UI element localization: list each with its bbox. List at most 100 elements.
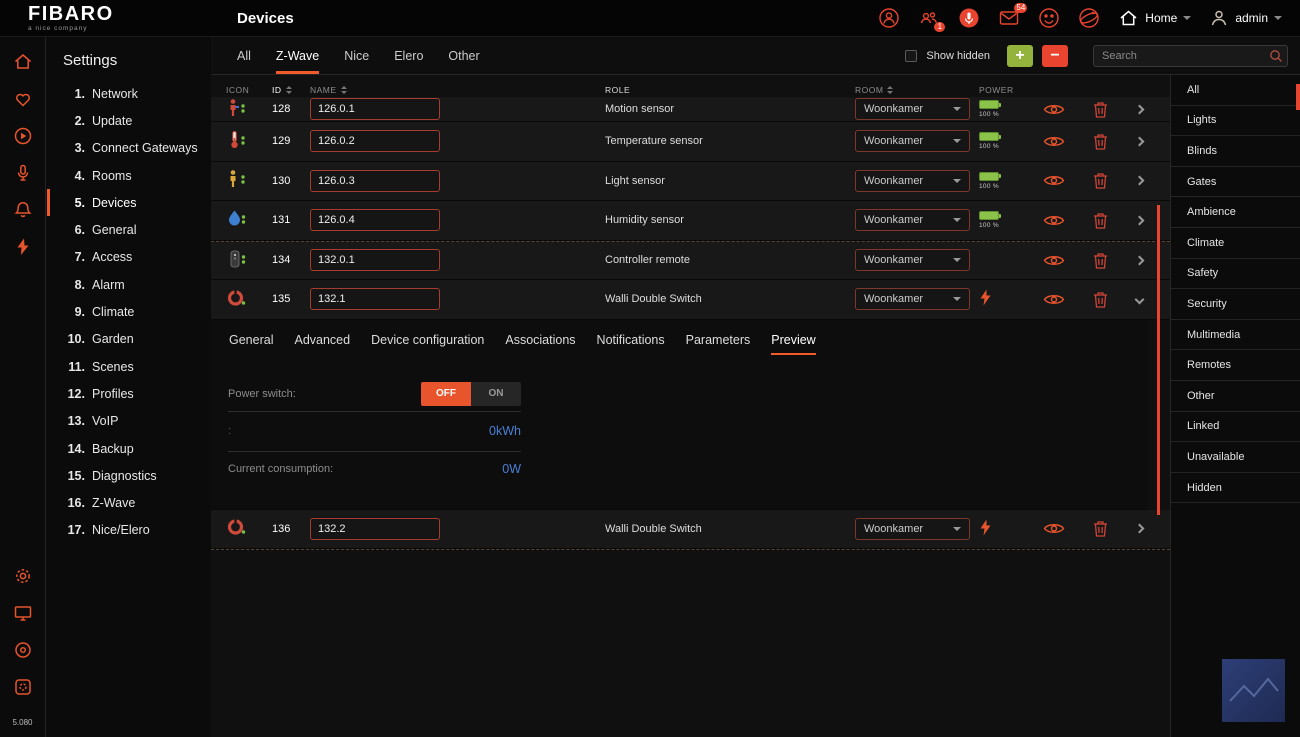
user-alert-icon[interactable] [878, 7, 900, 29]
visibility-eye-icon[interactable] [1043, 103, 1065, 116]
page-scrollbar[interactable] [1296, 84, 1300, 110]
table-row[interactable]: 135 Walli Double Switch Woonkamer [211, 280, 1170, 320]
visibility-eye-icon[interactable] [1043, 214, 1065, 227]
voice-icon[interactable] [958, 7, 980, 29]
filter-item[interactable]: Multimedia [1171, 320, 1300, 351]
room-select[interactable]: Woonkamer [855, 170, 970, 192]
voice-mic-icon[interactable] [13, 163, 33, 183]
device-name-input[interactable] [310, 209, 440, 231]
device-detail-tab[interactable]: Device configuration [371, 333, 484, 355]
sidebar-item[interactable]: 16. Z-Wave [47, 489, 211, 516]
device-name-input[interactable] [310, 249, 440, 271]
filter-item[interactable]: Safety [1171, 259, 1300, 290]
filter-item[interactable]: Security [1171, 289, 1300, 320]
network-disc-icon[interactable] [13, 640, 33, 660]
user-menu[interactable]: admin [1209, 8, 1282, 28]
device-name-input[interactable] [310, 288, 440, 310]
sidebar-item[interactable]: 15. Diagnostics [47, 462, 211, 489]
users-icon[interactable]: 1 [918, 7, 940, 29]
expand-chevron-icon[interactable] [1135, 524, 1145, 534]
table-row[interactable]: 128 Motion sensor Woonkamer 100 % [211, 97, 1170, 122]
sidebar-item[interactable]: 10. Garden [47, 326, 211, 353]
delete-trash-icon[interactable] [1093, 291, 1108, 308]
expand-chevron-icon[interactable] [1135, 176, 1145, 186]
filter-item[interactable]: Gates [1171, 167, 1300, 198]
filter-item[interactable]: Lights [1171, 106, 1300, 137]
device-detail-tab[interactable]: Parameters [686, 333, 751, 355]
device-name-input[interactable] [310, 518, 440, 540]
power-off-button[interactable]: OFF [421, 382, 471, 406]
mail-icon[interactable]: 54 [998, 7, 1020, 29]
filter-item[interactable]: All [1171, 75, 1300, 106]
filter-item[interactable]: Hidden [1171, 473, 1300, 504]
header-room[interactable]: ROOM [855, 85, 975, 95]
expand-chevron-icon[interactable] [1135, 215, 1145, 225]
sidebar-item[interactable]: 14. Backup [47, 435, 211, 462]
home-icon[interactable] [13, 52, 33, 72]
media-play-icon[interactable] [13, 126, 33, 146]
sidebar-item[interactable]: 8. Alarm [47, 271, 211, 298]
favorites-heart-icon[interactable] [13, 89, 33, 109]
delete-trash-icon[interactable] [1093, 252, 1108, 269]
sidebar-item[interactable]: 6. General [47, 216, 211, 243]
sidebar-item[interactable]: 17. Nice/Elero [47, 517, 211, 544]
device-name-input[interactable] [310, 130, 440, 152]
sidebar-item[interactable]: 9. Climate [47, 298, 211, 325]
filter-item[interactable]: Unavailable [1171, 442, 1300, 473]
sidebar-item[interactable]: 7. Access [47, 244, 211, 271]
device-type-tab[interactable]: Elero [394, 37, 423, 74]
sidebar-item[interactable]: 3. Connect Gateways [47, 135, 211, 162]
device-detail-tab[interactable]: Advanced [294, 333, 350, 355]
alarm-bell-icon[interactable] [13, 200, 33, 220]
device-type-tab[interactable]: All [237, 37, 251, 74]
search-input[interactable] [1093, 45, 1288, 67]
visibility-eye-icon[interactable] [1043, 135, 1065, 148]
device-type-tab[interactable]: Z-Wave [276, 37, 319, 74]
room-select[interactable]: Woonkamer [855, 518, 970, 540]
remove-device-button[interactable]: − [1042, 45, 1068, 67]
visibility-eye-icon[interactable] [1043, 522, 1065, 535]
table-row[interactable]: 130 Light sensor Woonkamer 100 % [211, 162, 1170, 202]
sidebar-item[interactable]: 11. Scenes [47, 353, 211, 380]
filter-item[interactable]: Remotes [1171, 350, 1300, 381]
sidebar-item[interactable]: 1. Network [47, 80, 211, 107]
delete-trash-icon[interactable] [1093, 212, 1108, 229]
filter-item[interactable]: Ambience [1171, 197, 1300, 228]
home-selector[interactable]: Home [1118, 8, 1191, 28]
visibility-eye-icon[interactable] [1043, 174, 1065, 187]
visibility-eye-icon[interactable] [1043, 293, 1065, 306]
add-device-button[interactable]: + [1007, 45, 1033, 67]
filter-item[interactable]: Linked [1171, 412, 1300, 443]
table-scrollbar[interactable] [1157, 205, 1160, 515]
table-row[interactable]: 131 Humidity sensor Woonkamer 100 % [211, 201, 1170, 241]
header-id[interactable]: ID [256, 85, 294, 95]
delete-trash-icon[interactable] [1093, 172, 1108, 189]
sidebar-item[interactable]: 12. Profiles [47, 380, 211, 407]
filter-item[interactable]: Other [1171, 381, 1300, 412]
show-hidden-checkbox[interactable] [905, 50, 917, 62]
room-select[interactable]: Woonkamer [855, 249, 970, 271]
room-select[interactable]: Woonkamer [855, 209, 970, 231]
sidebar-item[interactable]: 13. VoIP [47, 408, 211, 435]
table-row[interactable]: 134 Controller remote Woonkamer [211, 241, 1170, 281]
expand-chevron-icon[interactable] [1135, 136, 1145, 146]
table-row[interactable]: 136 Walli Double Switch Woonkamer [211, 510, 1170, 550]
header-name[interactable]: NAME [294, 85, 605, 95]
device-name-input[interactable] [310, 98, 440, 120]
expand-chevron-icon[interactable] [1135, 255, 1145, 265]
device-type-tab[interactable]: Other [448, 37, 479, 74]
sidebar-item[interactable]: 2. Update [47, 107, 211, 134]
sidebar-item[interactable]: 4. Rooms [47, 162, 211, 189]
delete-trash-icon[interactable] [1093, 133, 1108, 150]
table-row[interactable]: 129 Temperature sensor Woonkamer 100 % [211, 122, 1170, 162]
delete-trash-icon[interactable] [1093, 520, 1108, 537]
settings-gear-icon[interactable] [13, 566, 33, 586]
device-detail-tab[interactable]: Preview [771, 333, 815, 355]
display-monitor-icon[interactable] [13, 603, 33, 623]
sidebar-item[interactable]: 5. Devices [47, 189, 211, 216]
room-select[interactable]: Woonkamer [855, 130, 970, 152]
network-icon[interactable] [1078, 7, 1100, 29]
filter-item[interactable]: Blinds [1171, 136, 1300, 167]
device-detail-tab[interactable]: General [229, 333, 273, 355]
energy-flash-icon[interactable] [13, 237, 33, 257]
